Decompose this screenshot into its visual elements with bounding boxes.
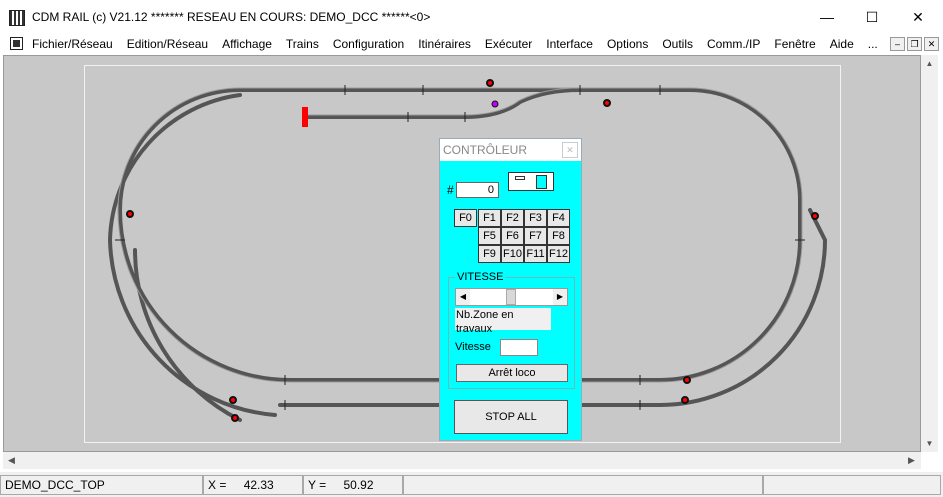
signal-1 (486, 79, 494, 87)
speed-slider[interactable]: ◀ ▶ (455, 288, 568, 306)
signal-5 (683, 376, 691, 384)
speed-label: Vitesse (455, 341, 491, 353)
speed-value-field[interactable] (500, 339, 538, 356)
status-y-value: 50.92 (343, 478, 374, 492)
status-y-label: Y = (308, 478, 327, 492)
stop-all-button[interactable]: STOP ALL (454, 400, 568, 434)
status-x: X = 42.33 (203, 475, 303, 495)
status-x-label: X = (208, 478, 227, 492)
signal-4 (811, 212, 819, 220)
address-label: # (447, 183, 454, 197)
function-button-3[interactable]: F3 (524, 209, 547, 227)
signal-3 (126, 210, 134, 218)
slider-right-icon[interactable]: ▶ (553, 289, 567, 305)
function-button-11[interactable]: F11 (524, 245, 547, 263)
status-panel-3 (403, 475, 763, 495)
status-bar: DEMO_DCC_TOP X = 42.33 Y = 50.92 (0, 472, 943, 497)
signal-7 (229, 396, 237, 404)
signal-2 (603, 99, 611, 107)
slider-left-icon[interactable]: ◀ (456, 289, 470, 305)
controller-panel: CONTRÔLEUR ✕ # 0 F0 F1 F2 F3 F4 F5 F6 F7 F8 F9 F10… (439, 138, 582, 441)
function-button-5[interactable]: F5 (478, 227, 501, 245)
direction-toggle[interactable] (508, 172, 554, 191)
scroll-down-icon[interactable]: ▼ (921, 435, 938, 452)
direction-reverse-icon (515, 176, 525, 180)
buffer-stop (302, 107, 308, 127)
function-button-7[interactable]: F7 (524, 227, 547, 245)
signal-8 (231, 414, 239, 422)
status-panel-4 (763, 475, 941, 495)
function-button-9[interactable]: F9 (478, 245, 501, 263)
slider-thumb[interactable] (506, 289, 516, 305)
direction-forward-icon (536, 175, 547, 189)
function-button-6[interactable]: F6 (501, 227, 524, 245)
function-button-0[interactable]: F0 (454, 209, 477, 227)
status-layout-name: DEMO_DCC_TOP (0, 475, 203, 495)
speed-group-label: VITESSE (455, 271, 506, 283)
track-siding (306, 88, 582, 119)
function-button-12[interactable]: F12 (547, 245, 570, 263)
track-mid-bottom (133, 248, 242, 422)
scroll-left-icon[interactable]: ◀ (3, 452, 20, 469)
status-y: Y = 50.92 (303, 475, 403, 495)
status-x-value: 42.33 (243, 478, 274, 492)
zone-work-label: Nb.Zone en travaux (455, 308, 551, 335)
speed-group: VITESSE ◀ ▶ Nb.Zone en travaux Vitesse A… (448, 271, 575, 389)
function-button-4[interactable]: F4 (547, 209, 570, 227)
horizontal-scrollbar[interactable]: ◀ ▶ (3, 452, 921, 469)
vertical-scrollbar[interactable]: ▲ ▼ (921, 55, 938, 452)
controller-title[interactable]: CONTRÔLEUR (440, 139, 581, 161)
function-button-8[interactable]: F8 (547, 227, 570, 245)
background-window-strip (938, 55, 943, 452)
scroll-right-icon[interactable]: ▶ (903, 452, 920, 469)
scroll-up-icon[interactable]: ▲ (921, 55, 938, 72)
function-button-1[interactable]: F1 (478, 209, 501, 227)
signal-6 (681, 396, 689, 404)
function-button-2[interactable]: F2 (501, 209, 524, 227)
loco-address-input[interactable]: 0 (456, 182, 499, 198)
controller-close-icon[interactable]: ✕ (562, 142, 578, 158)
turnout-marker (491, 100, 499, 108)
stop-loco-button[interactable]: Arrêt loco (456, 364, 568, 382)
function-button-10[interactable]: F10 (501, 245, 524, 263)
